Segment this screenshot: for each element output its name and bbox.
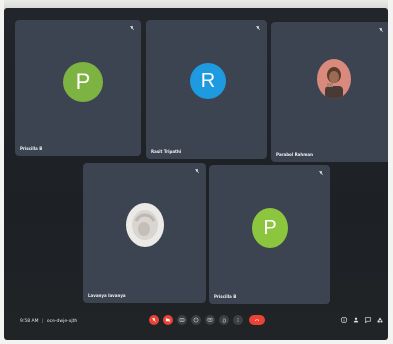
participant-name: Priscilla B <box>214 294 237 299</box>
leave-call-button[interactable] <box>249 315 265 325</box>
chat-icon <box>365 317 371 324</box>
present-button[interactable] <box>205 315 215 325</box>
hang-up-icon <box>254 319 260 321</box>
participant-name: Lavanya lavanya <box>88 293 126 298</box>
present-icon <box>207 317 213 322</box>
mic-muted-icon <box>129 25 135 31</box>
meeting-details-button[interactable] <box>340 316 348 324</box>
mic-muted-icon <box>378 27 384 33</box>
mic-off-icon <box>152 317 156 322</box>
mic-muted-icon <box>194 168 200 174</box>
call-controls-bar: 9:58 AM | oce-dwje-xjth <box>4 310 388 340</box>
shapes-icon <box>377 317 383 323</box>
camera-off-icon <box>165 317 171 323</box>
participant-tile[interactable]: R Rasit Tripathi <box>146 20 267 159</box>
meet-window: P Priscilla B R Rasit Tripathi Parabol R… <box>4 8 388 340</box>
camera-toggle-button[interactable] <box>163 315 173 325</box>
people-button[interactable] <box>352 316 360 324</box>
more-options-button[interactable] <box>233 315 243 325</box>
mic-muted-icon <box>255 25 261 31</box>
chat-button[interactable] <box>364 316 372 324</box>
avatar: R <box>190 63 226 99</box>
meeting-code: oce-dwje-xjth <box>46 319 78 324</box>
participant-tile[interactable]: P Priscilla B <box>209 165 330 304</box>
avatar-photo <box>317 59 351 99</box>
participant-tile[interactable]: Parabol Rahman <box>271 22 388 162</box>
people-icon <box>353 317 359 323</box>
meeting-info: 9:58 AM | oce-dwje-xjth <box>20 319 77 324</box>
hand-icon <box>222 318 226 323</box>
captions-button[interactable] <box>177 315 187 325</box>
participant-name: Priscilla B <box>20 146 43 151</box>
participant-name: Rasit Tripathi <box>151 149 182 154</box>
activities-button[interactable] <box>376 316 384 324</box>
meeting-time: 9:58 AM <box>20 319 39 324</box>
participant-tile[interactable]: P Priscilla B <box>15 20 141 156</box>
mic-muted-icon <box>318 170 324 176</box>
raise-hand-button[interactable] <box>219 315 229 325</box>
avatar-photo <box>126 203 164 247</box>
captions-icon <box>179 318 185 322</box>
avatar: P <box>252 208 288 248</box>
info-icon <box>340 316 348 324</box>
emoji-button[interactable] <box>191 315 201 325</box>
separator: | <box>41 319 44 324</box>
emoji-icon <box>193 317 199 323</box>
participant-name: Parabol Rahman <box>276 152 313 157</box>
participant-tile[interactable]: Lavanya lavanya <box>83 163 206 303</box>
mic-toggle-button[interactable] <box>149 315 159 325</box>
avatar: P <box>63 62 103 102</box>
more-vert-icon <box>237 318 239 322</box>
